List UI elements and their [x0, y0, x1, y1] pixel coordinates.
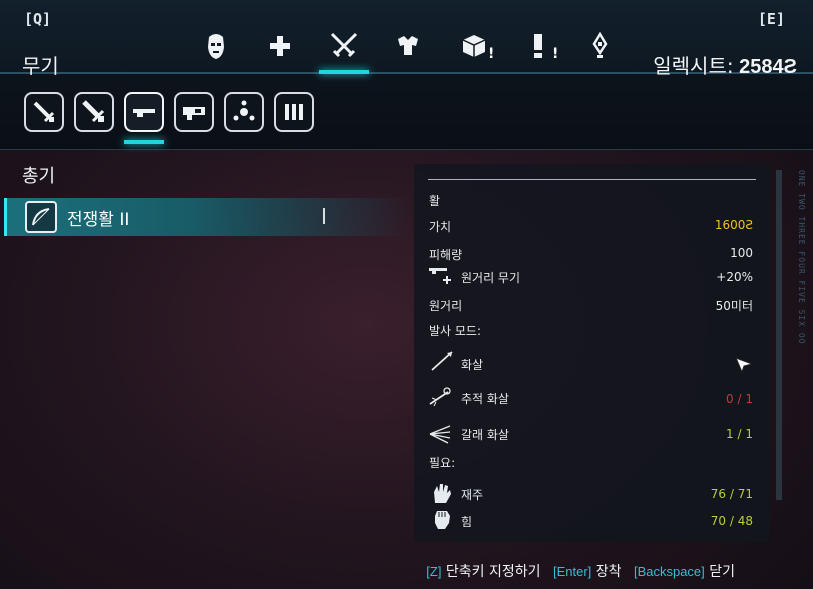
close-hint: 닫기: [709, 564, 735, 580]
item-detail-panel: 활 가치 1600Ƨ 피해량 100 원거리 무기 +20% 원거리 50미터 …: [414, 164, 770, 542]
alert-mark: !: [488, 46, 495, 62]
requirement-value: 76 / 71: [710, 487, 753, 501]
mask-icon: [208, 34, 224, 59]
subtab-ammo[interactable]: [274, 92, 314, 132]
crossed-swords-icon: [330, 32, 358, 58]
strength-fist-icon: [435, 511, 450, 529]
arrow-icon: [431, 351, 453, 371]
alert-mark: !: [552, 46, 559, 62]
subtab-two-hand[interactable]: [74, 92, 114, 132]
text-cursor: [323, 208, 325, 224]
fire-mode-heading: 발사 모드:: [429, 324, 482, 338]
scrollbar-thumb[interactable]: [776, 170, 782, 500]
ammo-icon: [285, 104, 303, 120]
elexit-icon: Ƨ: [745, 218, 753, 232]
stat-value: 가치 1600Ƨ: [429, 218, 753, 235]
stat-damage: 피해량 100: [429, 246, 753, 263]
currency-amount: 2584: [739, 56, 784, 78]
item-type: 활: [429, 194, 441, 208]
list-item[interactable]: 전쟁활 II: [4, 198, 412, 236]
side-decoration: ONE TWO THREE FOUR FIVE SIX OO: [797, 170, 806, 345]
fire-mode-label: 화살: [461, 358, 484, 372]
stat-value-number: 100: [730, 246, 753, 260]
subtab-ranged[interactable]: [124, 92, 164, 144]
equip-hint: 장착: [595, 564, 622, 580]
stat-value-number: +20%: [716, 270, 753, 284]
stat-label: 가치: [429, 220, 452, 234]
prev-category-key[interactable]: [Q]: [24, 10, 51, 28]
requirement-label: 재주: [461, 488, 484, 502]
stat-label: 원거리: [429, 299, 463, 313]
sword-icon: [33, 101, 55, 123]
close-key[interactable]: [Backspace]: [634, 564, 705, 579]
split-arrow-icon: [429, 425, 451, 444]
requirement-value: 70 / 48: [710, 514, 753, 528]
stat-label: 원거리 무기: [461, 271, 521, 285]
item-name: 전쟁활 II: [67, 209, 130, 230]
armor-icon: [398, 36, 418, 55]
mouse-pointer-icon: [735, 357, 754, 374]
shortcut-key[interactable]: [Z]: [426, 564, 441, 579]
fire-mode-ammo: 0 / 1: [726, 392, 753, 406]
grenade-icon: [233, 100, 255, 121]
homing-arrow-icon: [429, 387, 451, 407]
fire-mode-label: 갈래 화살: [461, 428, 509, 442]
currency-display: 일렉시트: 2584Ƨ: [653, 50, 797, 79]
ranged-weapon-bonus-icon: [429, 268, 451, 284]
bow-thumbnail: [25, 201, 57, 233]
fire-mode-label: 추적 화살: [461, 392, 509, 406]
medkit-cross-icon: [270, 36, 290, 56]
box-icon: [462, 35, 486, 57]
control-hints: [Z] 단축키 지정하기 [Enter] 장착 [Backspace] 닫기: [426, 561, 735, 581]
two-hand-sword-icon: [82, 100, 105, 123]
page-title: 무기: [22, 54, 59, 78]
stat-value-number: 50미터: [715, 299, 753, 313]
subtab-heavy[interactable]: [174, 92, 214, 132]
tab-consumables[interactable]: [254, 24, 306, 68]
stat-value-number: 1600Ƨ: [714, 218, 753, 232]
next-category-key[interactable]: [E]: [758, 10, 785, 28]
tab-quests[interactable]: !: [512, 24, 564, 68]
currency-label: 일렉시트:: [653, 54, 734, 78]
diamond-marker-icon: [592, 31, 608, 58]
rifle-icon: [133, 109, 155, 117]
subtab-one-hand[interactable]: [24, 92, 64, 132]
tab-armor[interactable]: [382, 24, 434, 68]
tab-weapons[interactable]: [318, 24, 370, 74]
dexterity-hand-icon: [434, 484, 451, 503]
requirements-heading: 필요:: [429, 456, 456, 470]
requirement-label: 힘: [461, 515, 473, 529]
tab-items[interactable]: !: [448, 24, 500, 68]
shortcut-hint: 단축키 지정하기: [445, 564, 541, 580]
heavy-gun-icon: [183, 107, 205, 120]
quest-exclamation-icon: [534, 34, 542, 58]
fire-mode-ammo: 1 / 1: [726, 427, 753, 441]
stat-label: 피해량: [429, 248, 463, 262]
equip-key[interactable]: [Enter]: [553, 564, 591, 579]
divider: [428, 179, 756, 180]
list-category-title: 총기: [22, 166, 56, 187]
bow-icon: [32, 208, 50, 226]
elexit-icon: Ƨ: [783, 56, 797, 78]
stat-range: 원거리 50미터: [429, 297, 753, 314]
tab-appearance[interactable]: [190, 24, 242, 68]
subtab-throwables[interactable]: [224, 92, 264, 132]
tab-map[interactable]: [574, 24, 626, 68]
